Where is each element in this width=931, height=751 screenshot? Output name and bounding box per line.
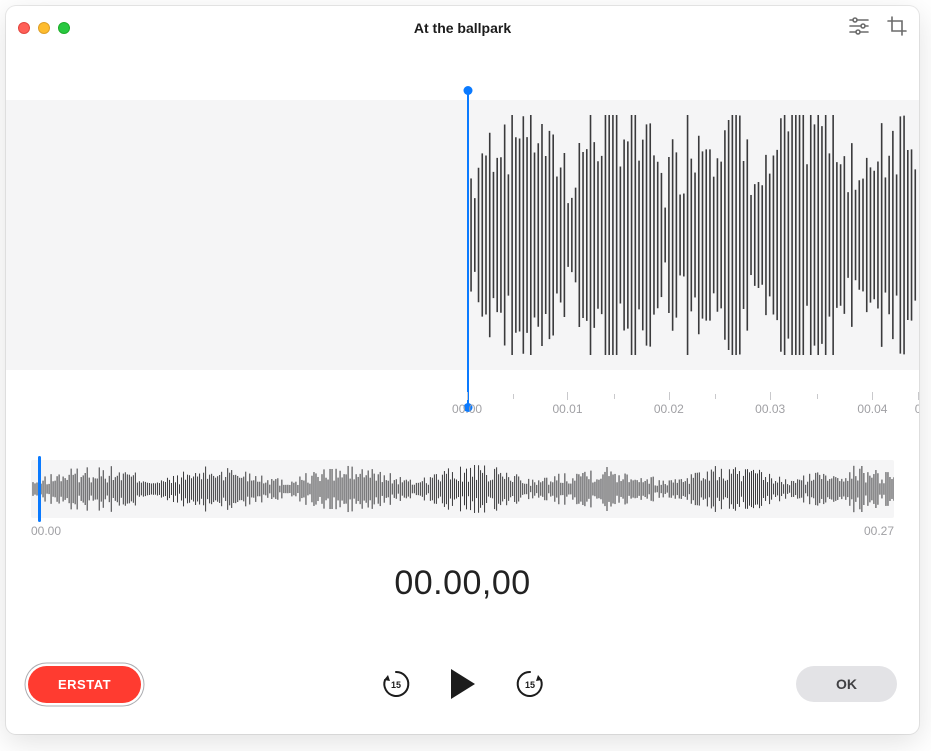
- time-tick: [918, 392, 919, 400]
- time-tick: [669, 392, 670, 400]
- trim-crop-icon[interactable]: [887, 16, 907, 41]
- time-tick: [715, 394, 716, 399]
- skip-forward-15-button[interactable]: 15: [514, 668, 546, 700]
- skip-back-seconds-label: 15: [390, 680, 400, 690]
- main-waveform[interactable]: [6, 100, 919, 370]
- time-tick-label: 00.04: [857, 402, 887, 416]
- play-button[interactable]: [448, 667, 478, 701]
- current-time-display: 00.00,00: [6, 564, 919, 603]
- record-replace-button[interactable]: ERSTAT: [28, 666, 141, 703]
- main-playhead[interactable]: [467, 90, 469, 408]
- time-tick-label: 0: [915, 402, 919, 416]
- window-title: At the ballpark: [6, 20, 919, 36]
- voice-memo-editor-window: At the ballpark: [6, 6, 919, 734]
- skip-fwd-seconds-label: 15: [524, 680, 534, 690]
- done-ok-button[interactable]: OK: [796, 666, 897, 702]
- time-tick: [872, 392, 873, 400]
- window-minimize-button[interactable]: [38, 22, 50, 34]
- playback-controls: ERSTAT 15: [6, 656, 919, 712]
- window-maximize-button[interactable]: [58, 22, 70, 34]
- time-tick-label: 00.03: [755, 402, 785, 416]
- overview-end-time: 00.27: [864, 524, 894, 538]
- time-tick-label: 00.00: [452, 402, 482, 416]
- overview-start-time: 00.00: [31, 524, 61, 538]
- time-tick: [614, 394, 615, 399]
- time-tick-label: 00.02: [654, 402, 684, 416]
- settings-sliders-icon[interactable]: [849, 17, 869, 40]
- skip-back-15-button[interactable]: 15: [380, 668, 412, 700]
- time-tick: [567, 392, 568, 400]
- time-tick-label: 00.01: [552, 402, 582, 416]
- time-tick: [817, 394, 818, 399]
- main-waveform-area[interactable]: [6, 90, 919, 390]
- time-tick: [513, 394, 514, 399]
- overview-playhead[interactable]: [38, 456, 41, 522]
- time-ruler: 00.00 00.01 00.02 00.03 00.04 0: [6, 390, 919, 420]
- overview-waveform[interactable]: [31, 460, 894, 518]
- overview-time-labels: 00.00 00.27: [31, 524, 894, 540]
- window-close-button[interactable]: [18, 22, 30, 34]
- time-tick: [770, 392, 771, 400]
- play-icon: [448, 667, 478, 701]
- window-traffic-lights: [18, 22, 70, 34]
- time-tick: [467, 392, 468, 400]
- window-titlebar: At the ballpark: [6, 6, 919, 50]
